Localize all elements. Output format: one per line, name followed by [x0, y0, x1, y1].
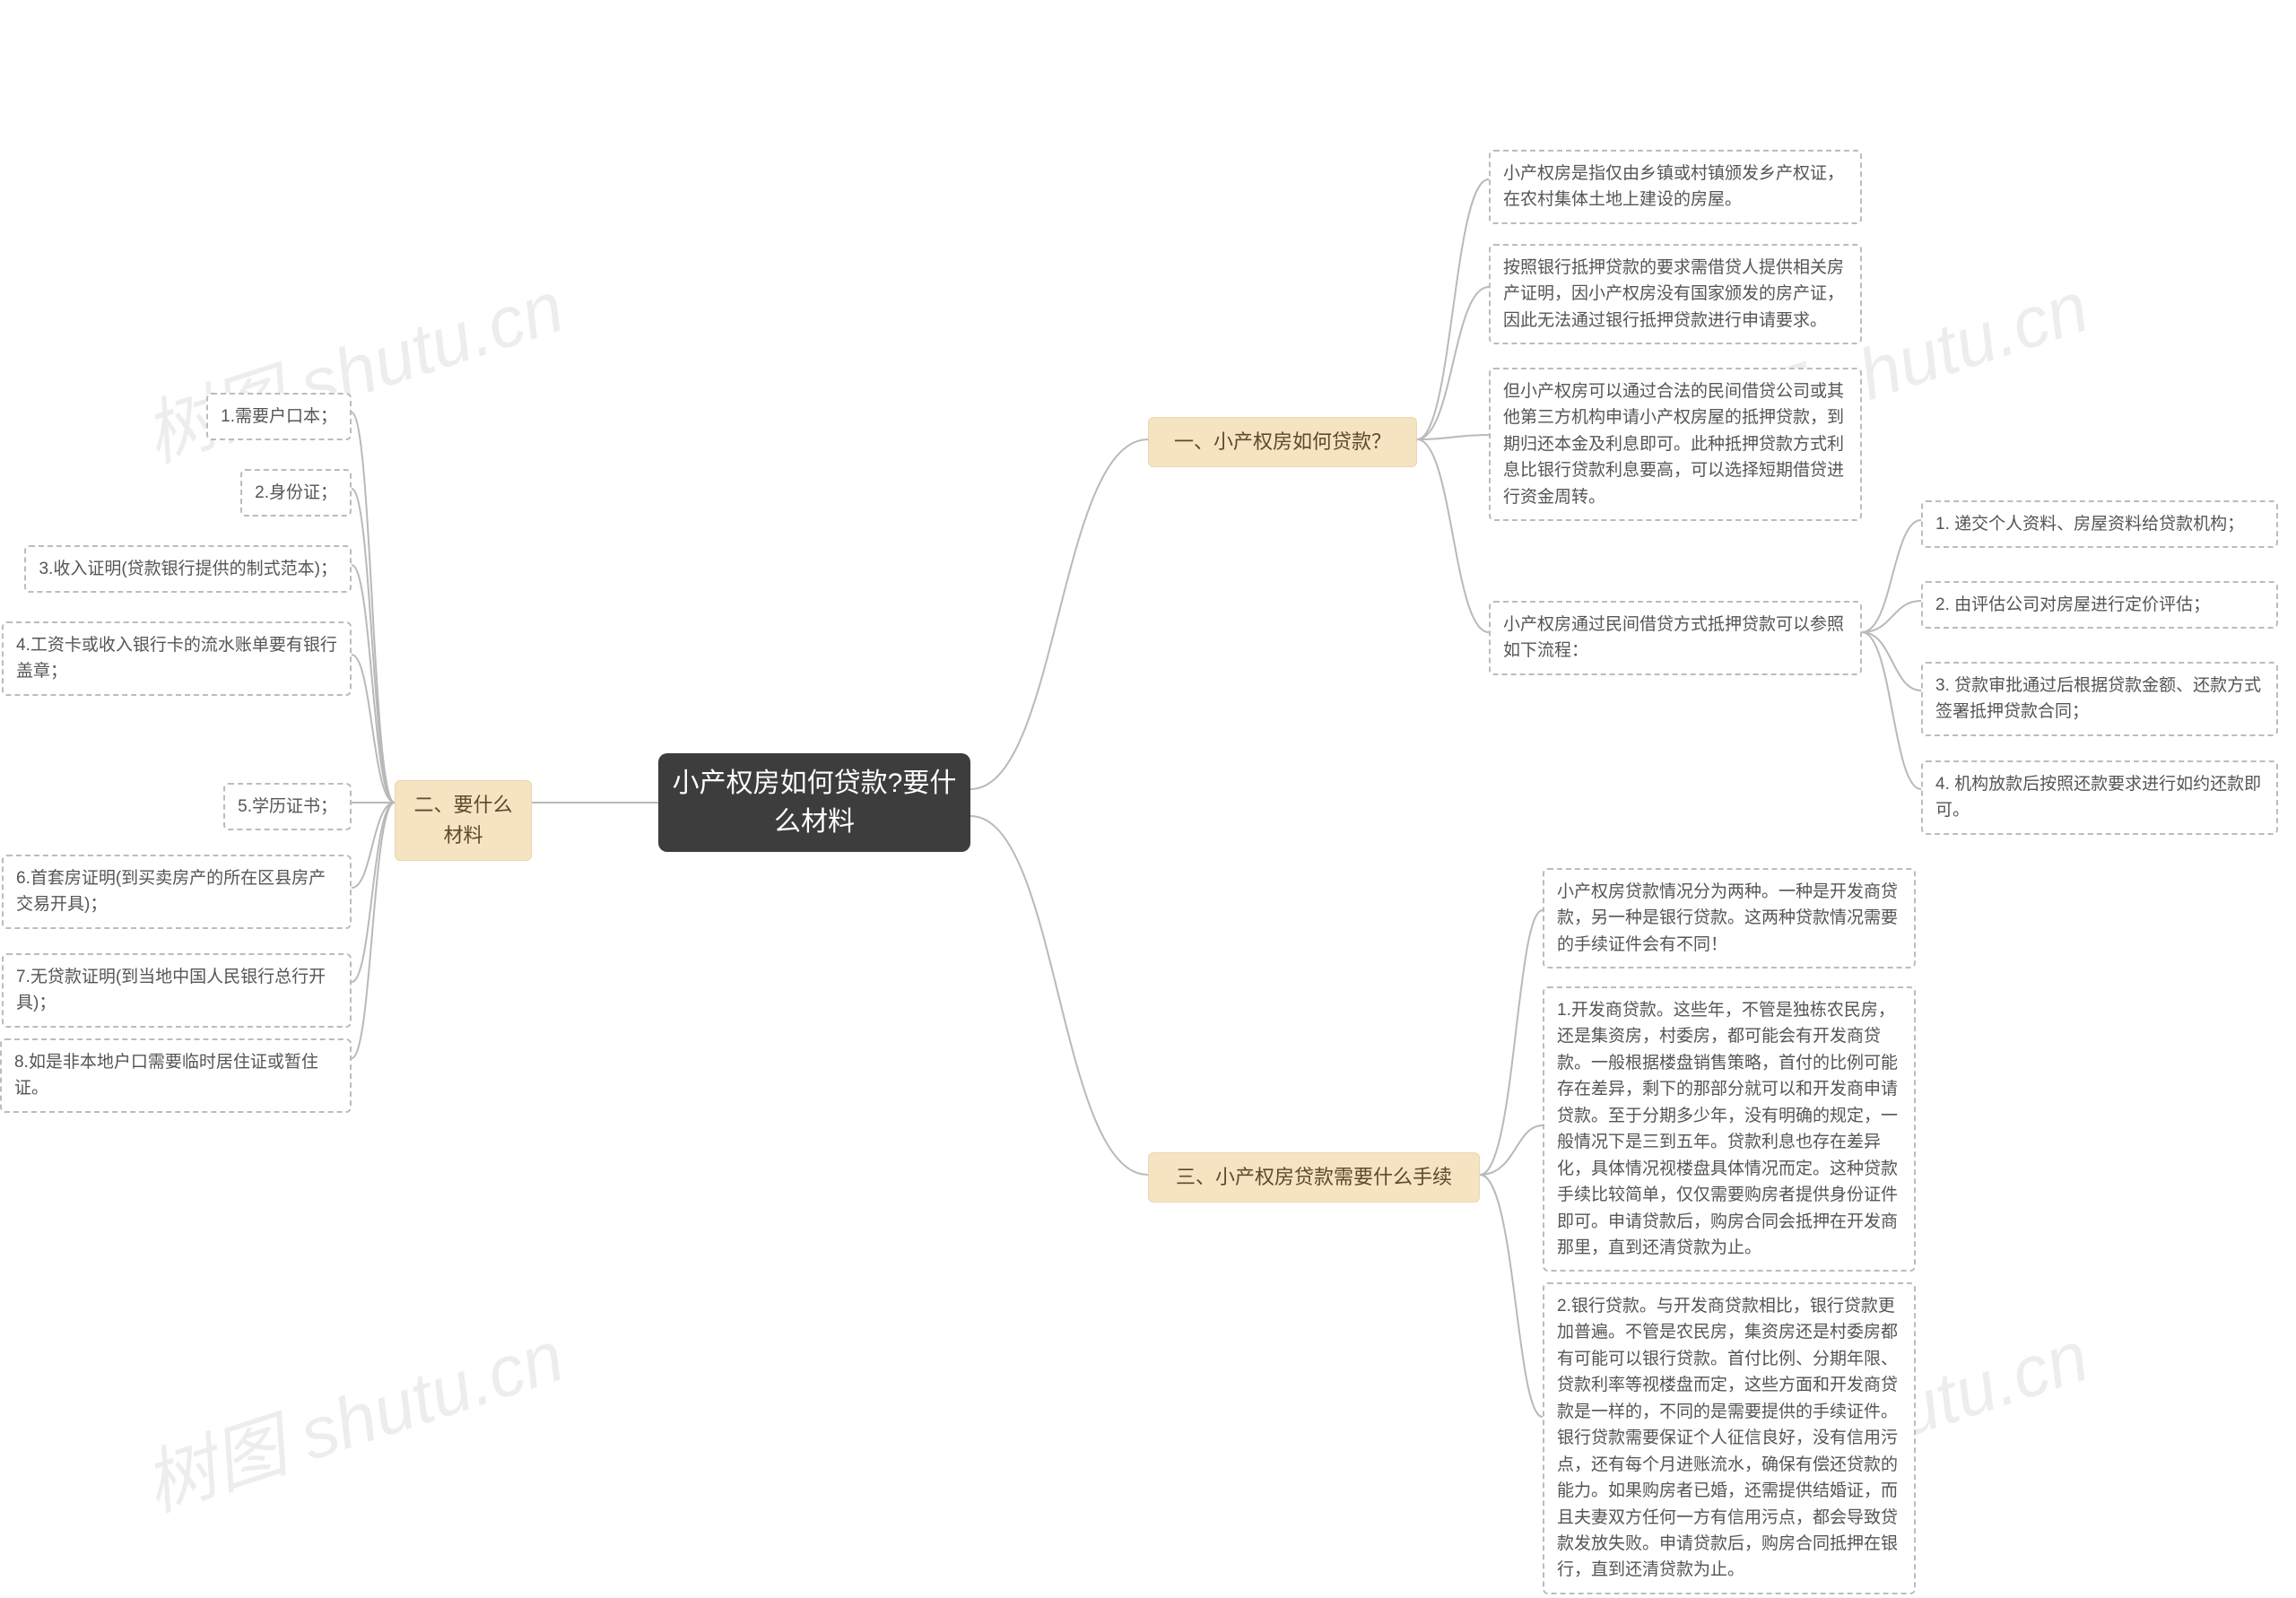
- b3-leaf-intro: 小产权房贷款情况分为两种。一种是开发商贷款，另一种是银行贷款。这两种贷款情况需要…: [1543, 868, 1916, 968]
- b2-leaf-firsthouse: 6.首套房证明(到买卖房产的所在区县房产交易开具)；: [2, 855, 352, 929]
- branch-procedures[interactable]: 三、小产权房贷款需要什么手续: [1148, 1152, 1480, 1203]
- mindmap-canvas: { "root": "小产权房如何贷款?要什么材料", "branches": …: [0, 0, 2296, 1598]
- b2-leaf-idcard: 2.身份证；: [240, 469, 352, 517]
- b1-leaf-definition: 小产权房是指仅由乡镇或村镇颁发乡产权证，在农村集体土地上建设的房屋。: [1489, 150, 1862, 224]
- b2-leaf-noloan: 7.无贷款证明(到当地中国人民银行总行开具)；: [2, 953, 352, 1028]
- b1-leaf-private-loan: 但小产权房可以通过合法的民间借贷公司或其他第三方机构申请小产权房屋的抵押贷款，到…: [1489, 368, 1862, 521]
- b1-step-1: 1. 递交个人资料、房屋资料给贷款机构；: [1921, 500, 2278, 548]
- watermark: 树图 shutu.cn: [129, 1298, 575, 1532]
- b3-leaf-bank: 2.银行贷款。与开发商贷款相比，银行贷款更加普遍。不管是农民房，集资房还是村委房…: [1543, 1282, 1916, 1594]
- b2-leaf-bankflow: 4.工资卡或收入银行卡的流水账单要有银行盖章；: [2, 621, 352, 696]
- watermark: 树图 shutu.cn: [129, 249, 575, 482]
- branch-how-to-loan[interactable]: 一、小产权房如何贷款？: [1148, 417, 1417, 467]
- root-node[interactable]: 小产权房如何贷款?要什么材料: [658, 753, 970, 852]
- b2-leaf-hukou: 1.需要户口本；: [206, 393, 352, 440]
- b1-leaf-process-intro: 小产权房通过民间借贷方式抵押贷款可以参照如下流程：: [1489, 601, 1862, 675]
- branch-materials[interactable]: 二、要什么材料: [395, 780, 532, 861]
- b2-leaf-tempresidence: 8.如是非本地户口需要临时居住证或暂住证。: [0, 1038, 352, 1113]
- b1-step-4: 4. 机构放款后按照还款要求进行如约还款即可。: [1921, 760, 2278, 835]
- b3-leaf-developer: 1.开发商贷款。这些年，不管是独栋农民房，还是集资房，村委房，都可能会有开发商贷…: [1543, 986, 1916, 1272]
- b2-leaf-income: 3.收入证明(贷款银行提供的制式范本)；: [24, 545, 352, 593]
- b1-step-2: 2. 由评估公司对房屋进行定价评估；: [1921, 581, 2278, 629]
- b1-leaf-bank-refuse: 按照银行抵押贷款的要求需借贷人提供相关房产证明，因小产权房没有国家颁发的房产证，…: [1489, 244, 1862, 344]
- b1-step-3: 3. 贷款审批通过后根据贷款金额、还款方式签署抵押贷款合同；: [1921, 662, 2278, 736]
- b2-leaf-education: 5.学历证书；: [223, 783, 352, 830]
